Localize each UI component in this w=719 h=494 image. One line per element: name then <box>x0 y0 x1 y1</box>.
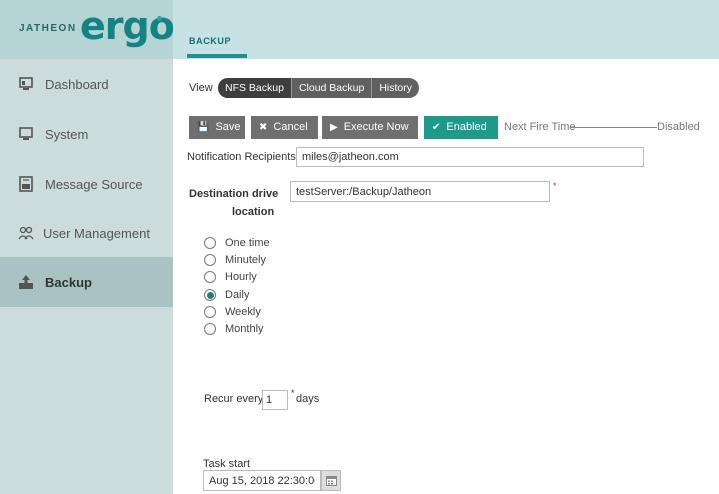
logo-product-text: ergo <box>80 4 175 48</box>
logo: JATHEON ergo <box>0 0 175 59</box>
required-indicator: * <box>291 388 295 398</box>
sidebar: JATHEON ergo Dashboard System Message So… <box>0 0 175 494</box>
frequency-label: Hourly <box>225 271 257 283</box>
backup-icon <box>19 275 33 289</box>
logo-brand-text: JATHEON <box>19 23 77 34</box>
destination-label: Destination drive <box>189 188 279 200</box>
enabled-label: Enabled <box>446 121 487 133</box>
logo-dot <box>157 16 162 21</box>
task-start-input[interactable] <box>203 470 321 491</box>
frequency-label: One time <box>225 237 270 249</box>
users-icon <box>18 226 34 240</box>
view-label: View <box>189 82 213 94</box>
recur-every-label: Recur every: <box>204 393 267 405</box>
frequency-option-weekly[interactable]: Weekly <box>204 306 261 318</box>
destination-input[interactable] <box>290 181 550 202</box>
inbox-icon <box>19 176 33 192</box>
execute-label: Execute Now <box>343 121 409 133</box>
frequency-option-hourly[interactable]: Hourly <box>204 271 257 283</box>
radio-circle[interactable] <box>204 254 216 266</box>
recur-unit-label: days <box>296 393 320 405</box>
frequency-label: Daily <box>225 289 250 301</box>
sidebar-item-label: Message Source <box>45 176 143 192</box>
header: BACKUP <box>173 0 719 59</box>
sidebar-item-message-source[interactable]: Message Source <box>0 159 173 209</box>
sidebar-item-user-management[interactable]: User Management <box>0 208 173 258</box>
next-fire-time-label: Next Fire Time <box>504 121 576 133</box>
play-icon: ▶ <box>330 122 338 133</box>
enabled-toggle-button[interactable]: ✔ Enabled <box>424 116 498 139</box>
sidebar-item-system[interactable]: System <box>0 109 173 159</box>
view-cloud-backup[interactable]: Cloud Backup <box>292 78 373 98</box>
frequency-label: Weekly <box>225 306 261 318</box>
next-fire-time-status: Disabled <box>657 121 700 133</box>
next-fire-time-divider <box>571 127 657 128</box>
monitor-icon <box>19 127 33 140</box>
close-icon: ✖ <box>259 122 268 133</box>
sidebar-item-label: System <box>45 126 89 142</box>
task-start-label: Task start <box>203 458 251 470</box>
tab-backup[interactable]: BACKUP <box>189 36 231 46</box>
view-history[interactable]: History <box>372 78 419 98</box>
save-icon: 💾 <box>197 122 210 133</box>
check-icon: ✔ <box>432 122 441 133</box>
frequency-option-daily[interactable]: Daily <box>204 289 249 301</box>
calendar-button[interactable] <box>321 470 341 491</box>
monitor-icon <box>19 77 33 90</box>
sidebar-item-label: Backup <box>45 274 92 290</box>
tab-active-indicator <box>187 54 247 58</box>
sidebar-item-dashboard[interactable]: Dashboard <box>0 59 173 109</box>
view-switcher: NFS Backup Cloud Backup History <box>218 78 419 98</box>
destination-label-continued: location <box>232 206 275 218</box>
view-nfs-backup[interactable]: NFS Backup <box>218 78 292 98</box>
notification-recipients-label: Notification Recipients: <box>187 151 299 163</box>
frequency-option-monthly[interactable]: Monthly <box>204 323 264 335</box>
notification-recipients-input[interactable] <box>296 147 644 167</box>
recur-every-input[interactable] <box>262 390 288 410</box>
sidebar-item-label: Dashboard <box>45 76 109 92</box>
calendar-icon <box>325 476 337 486</box>
sidebar-item-backup[interactable]: Backup <box>0 257 173 307</box>
radio-circle-selected[interactable] <box>204 289 216 301</box>
frequency-label: Minutely <box>225 254 266 266</box>
frequency-option-one-time[interactable]: One time <box>204 237 270 249</box>
save-button[interactable]: 💾 Save <box>189 116 245 139</box>
radio-circle[interactable] <box>204 237 216 249</box>
sidebar-item-label: User Management <box>43 225 150 241</box>
required-indicator: * <box>553 181 557 191</box>
save-label: Save <box>215 121 241 133</box>
cancel-label: Cancel <box>273 121 308 133</box>
radio-circle[interactable] <box>204 271 216 283</box>
cancel-button[interactable]: ✖ Cancel <box>251 116 318 139</box>
radio-circle[interactable] <box>204 323 216 335</box>
execute-now-button[interactable]: ▶ Execute Now <box>322 116 418 139</box>
frequency-option-minutely[interactable]: Minutely <box>204 254 266 266</box>
frequency-label: Monthly <box>225 323 264 335</box>
radio-circle[interactable] <box>204 306 216 318</box>
